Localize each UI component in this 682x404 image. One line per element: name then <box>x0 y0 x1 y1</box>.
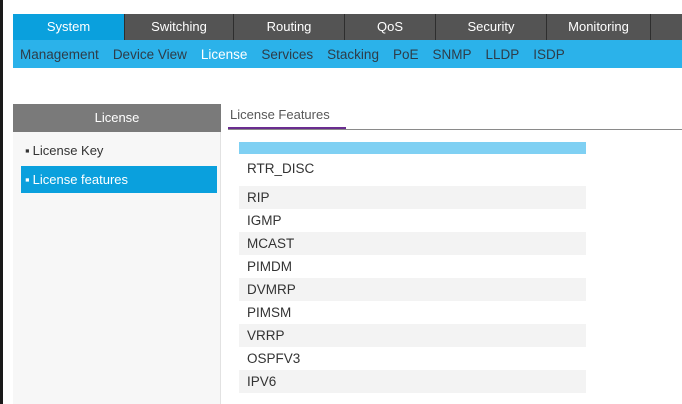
table-row: IPV6 <box>239 370 586 393</box>
license-features-table: RTR_DISC RIP IGMP MCAST PIMDM DVMRP PIMS… <box>239 142 586 393</box>
table-row: OSPFV3 <box>247 351 301 366</box>
tab-qos[interactable]: QoS <box>345 14 436 40</box>
subnav-snmp[interactable]: SNMP <box>425 47 478 62</box>
table-row: RTR_DISC <box>247 161 315 176</box>
table-row: VRRP <box>239 324 586 347</box>
sub-nav: Management Device View License Services … <box>13 40 682 68</box>
sidebar-item-license-features[interactable]: ▪ License features <box>21 166 217 193</box>
tab-monitoring[interactable]: Monitoring <box>547 14 651 40</box>
top-nav: System Switching Routing QoS Security Mo… <box>13 14 682 40</box>
bullet-icon: ▪ <box>25 143 30 158</box>
subnav-license[interactable]: License <box>194 47 255 62</box>
tab-security[interactable]: Security <box>436 14 547 40</box>
sidebar-item-label: License Key <box>32 143 104 158</box>
subnav-poe[interactable]: PoE <box>386 47 426 62</box>
table-row: PIMDM <box>247 259 292 274</box>
subnav-services[interactable]: Services <box>254 47 320 62</box>
subnav-isdp[interactable]: ISDP <box>526 47 572 62</box>
subnav-lldp[interactable]: LLDP <box>479 47 527 62</box>
sidebar-item-label: License features <box>32 172 129 187</box>
bullet-icon: ▪ <box>25 172 30 187</box>
subnav-device-view[interactable]: Device View <box>106 47 194 62</box>
content-divider <box>228 129 682 130</box>
table-row: PIMSM <box>247 305 292 320</box>
tab-switching[interactable]: Switching <box>125 14 234 40</box>
table-row: MCAST <box>239 232 586 255</box>
table-row: DVMRP <box>239 278 586 301</box>
sidebar-item-license-key[interactable]: ▪ License Key <box>21 138 217 164</box>
table-row: RIP <box>239 186 586 209</box>
app-frame: System Switching Routing QoS Security Mo… <box>0 0 682 404</box>
tab-routing[interactable]: Routing <box>234 14 345 40</box>
tab-system[interactable]: System <box>13 14 125 40</box>
sidebar-title: License <box>13 104 221 132</box>
subnav-stacking[interactable]: Stacking <box>320 47 386 62</box>
sidebar: ▪ License Key ▪ License features <box>13 132 221 404</box>
subnav-management[interactable]: Management <box>13 47 106 62</box>
page-title: License Features <box>230 107 330 122</box>
tab-overflow <box>651 14 682 40</box>
table-header <box>239 142 586 154</box>
table-row: IGMP <box>247 213 282 228</box>
